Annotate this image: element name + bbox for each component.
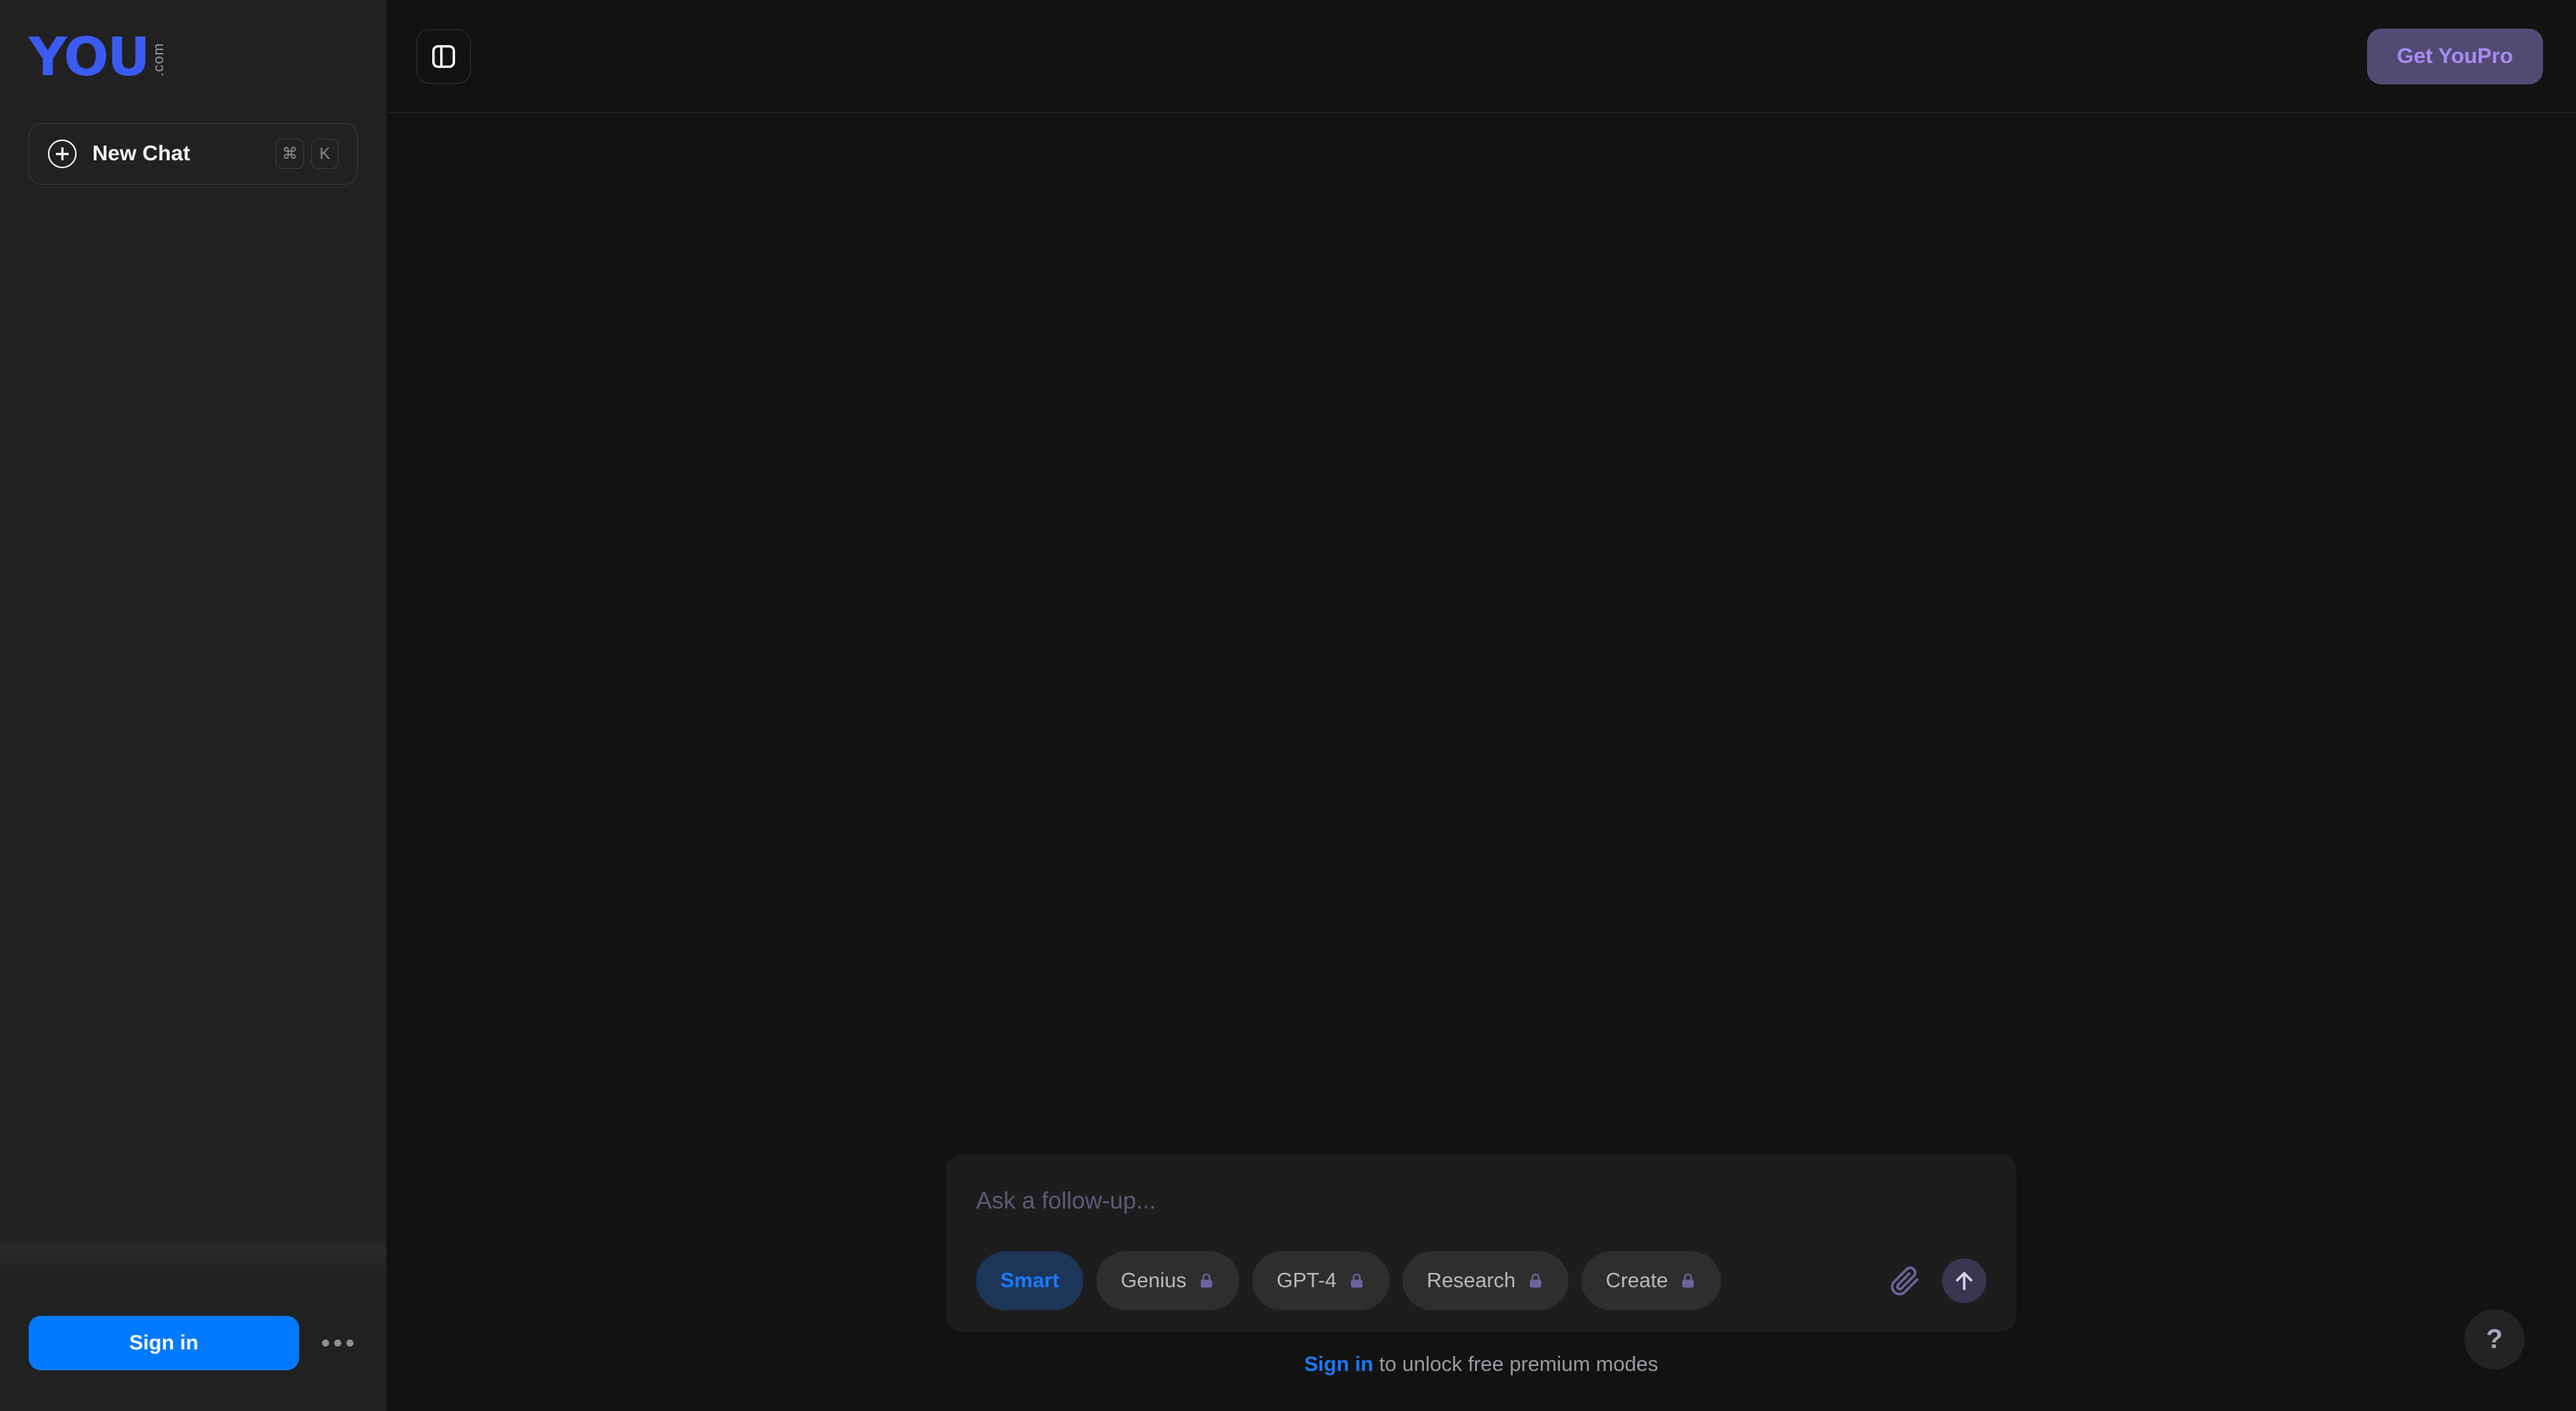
- composer-zone: Smart Genius GPT-4: [386, 1154, 2576, 1411]
- sidebar-panel-toggle-icon[interactable]: [416, 29, 471, 84]
- help-button[interactable]: ?: [2464, 1309, 2524, 1370]
- chat-history-list: [0, 185, 386, 1232]
- composer-actions: [1889, 1259, 1986, 1303]
- sign-in-button[interactable]: Sign in: [29, 1316, 299, 1370]
- hint-rest-text: to unlock free premium modes: [1373, 1353, 1659, 1376]
- mode-pill-smart[interactable]: Smart: [976, 1251, 1084, 1310]
- new-chat-button[interactable]: New Chat ⌘ K: [29, 123, 358, 185]
- mode-pill-label: Smart: [1000, 1269, 1060, 1292]
- dot: [322, 1339, 329, 1347]
- composer-hint: Sign in to unlock free premium modes: [1304, 1353, 1659, 1377]
- panel-glyph: [432, 44, 455, 68]
- sidebar-footer: Sign in: [0, 1275, 386, 1411]
- mode-pill-research[interactable]: Research: [1402, 1251, 1569, 1310]
- new-chat-shortcut: ⌘ K: [275, 139, 338, 169]
- lock-icon: [1350, 1273, 1362, 1288]
- lock-icon: [1682, 1273, 1694, 1288]
- mode-pill-gpt4[interactable]: GPT-4: [1252, 1251, 1390, 1310]
- lock-icon: [1201, 1273, 1213, 1288]
- dot: [346, 1339, 353, 1347]
- top-bar: Get YouPro: [386, 0, 2576, 113]
- composer-toolbar: Smart Genius GPT-4 Research Create: [976, 1251, 1986, 1310]
- attach-file-button[interactable]: [1889, 1265, 1921, 1297]
- sidebar-divider: [0, 1232, 386, 1275]
- sidebar: YOU .com New Chat ⌘ K Sign in: [0, 0, 386, 1411]
- you-logo-icon[interactable]: YOU .com: [29, 26, 167, 88]
- dot: [334, 1339, 341, 1347]
- arrow-up-icon: [1956, 1271, 1973, 1290]
- paperclip-icon: [1890, 1266, 1918, 1296]
- sidebar-logo-container: YOU .com: [0, 0, 386, 114]
- mode-pill-label: Genius: [1121, 1269, 1187, 1292]
- new-chat-label: New Chat: [92, 142, 190, 165]
- mode-pill-label: GPT-4: [1277, 1269, 1337, 1292]
- get-youpro-button[interactable]: Get YouPro: [2366, 28, 2543, 84]
- mode-pill-genius[interactable]: Genius: [1096, 1251, 1240, 1310]
- logo-wordmark: YOU: [29, 26, 150, 88]
- logo-tld: .com: [150, 42, 167, 77]
- mode-pill-group: Smart Genius GPT-4 Research Create: [976, 1251, 1889, 1310]
- main-content: Get YouPro Smart Genius: [386, 0, 2576, 1411]
- lock-icon: [1530, 1273, 1542, 1288]
- kbd-k: K: [311, 139, 338, 169]
- chat-input[interactable]: [976, 1180, 1986, 1214]
- mode-pill-label: Research: [1426, 1269, 1516, 1292]
- kbd-command: ⌘: [275, 139, 304, 169]
- plus-circle-icon: [48, 140, 77, 168]
- mode-pill-create[interactable]: Create: [1581, 1251, 1722, 1310]
- mode-pill-label: Create: [1606, 1269, 1669, 1292]
- more-horizontal-icon[interactable]: [318, 1323, 358, 1363]
- conversation-area: [386, 113, 2576, 1154]
- composer: Smart Genius GPT-4: [946, 1154, 2016, 1332]
- app-root: YOU .com New Chat ⌘ K Sign in Get YouPro…: [0, 0, 2576, 1411]
- hint-sign-in-link[interactable]: Sign in: [1304, 1353, 1374, 1376]
- send-message-button[interactable]: [1942, 1259, 1986, 1303]
